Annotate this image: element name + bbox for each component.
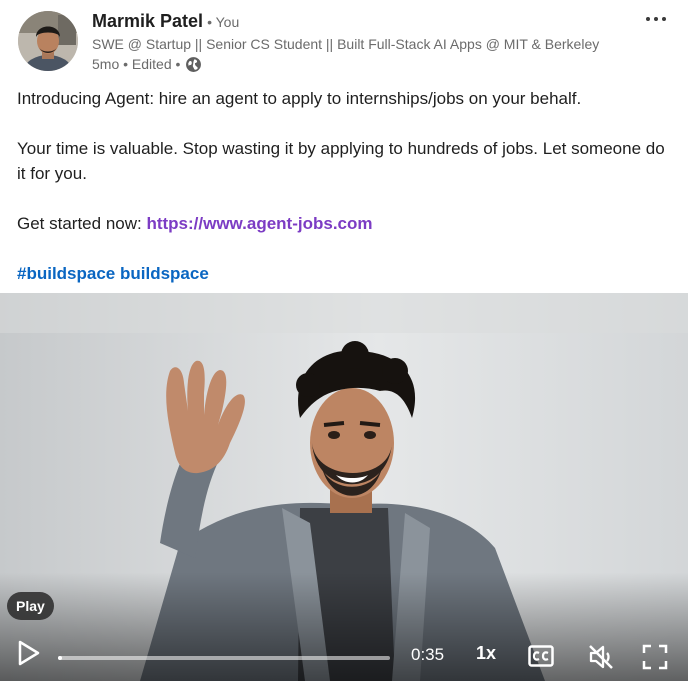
author-relation: • You [207, 14, 240, 30]
more-options-button[interactable] [640, 6, 672, 32]
closed-captions-icon [528, 645, 554, 667]
post-meta: 5mo • Edited • [92, 55, 202, 73]
feed-post: Marmik Patel • You SWE @ Startup || Senio… [0, 0, 688, 681]
ellipsis-icon [646, 17, 666, 21]
globe-icon [186, 56, 202, 72]
post-text: Introducing Agent: hire an agent to appl… [17, 86, 667, 286]
muted-speaker-icon [589, 645, 613, 669]
fullscreen-icon [642, 644, 668, 670]
time-remaining: 0:35 [411, 645, 445, 664]
play-icon [18, 640, 40, 666]
author-name-row: Marmik Patel • You [92, 11, 239, 32]
post-intro: Introducing Agent: hire an agent to appl… [17, 89, 582, 108]
play-tooltip: Play [7, 592, 54, 620]
author-name[interactable]: Marmik Patel [92, 11, 203, 31]
progress-fill [58, 656, 62, 660]
author-headline: SWE @ Startup || Senior CS Student || Bu… [92, 36, 600, 52]
captions-button[interactable] [528, 645, 554, 667]
video-controls: 0:35 1x [0, 621, 688, 681]
post-body-paragraph: Your time is valuable. Stop wasting it b… [17, 139, 665, 183]
progress-bar[interactable] [58, 656, 390, 660]
hashtag-link[interactable]: #buildspace buildspace [17, 264, 209, 283]
fullscreen-button[interactable] [642, 644, 668, 670]
playback-speed-button[interactable]: 1x [476, 643, 496, 664]
post-timestamp: 5mo • Edited • [92, 56, 181, 72]
avatar-photo [18, 11, 78, 71]
cta-prefix: Get started now: [17, 214, 147, 233]
video-player[interactable]: Play 0:35 1x [0, 293, 688, 681]
cta-link[interactable]: https://www.agent-jobs.com [146, 214, 372, 233]
mute-button[interactable] [587, 643, 615, 671]
post-cta: Get started now: https://www.agent-jobs.… [17, 211, 667, 236]
play-button[interactable] [14, 639, 42, 667]
author-avatar[interactable] [18, 11, 78, 71]
